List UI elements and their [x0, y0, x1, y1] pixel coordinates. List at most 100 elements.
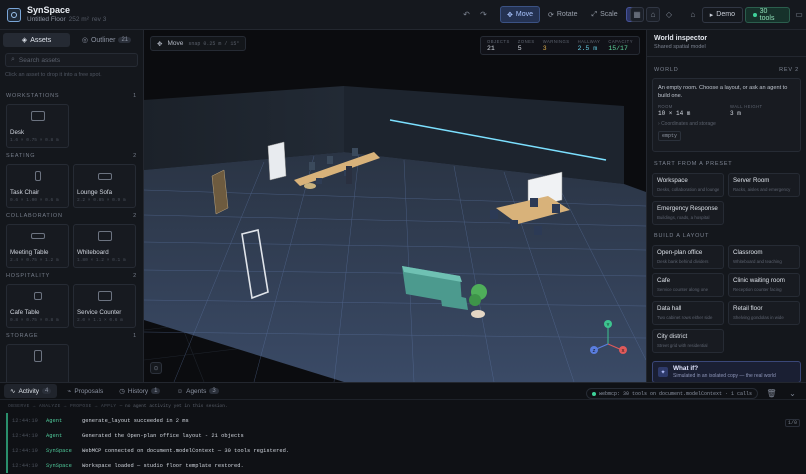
preset-workspace[interactable]: Workspace Desks, collaboration and lounge	[652, 173, 724, 197]
sofa-icon	[77, 168, 132, 184]
preset-grid: Workspace Desks, collaboration and lounge…	[647, 173, 806, 225]
tools-button[interactable]: 30 tools	[744, 6, 791, 23]
sparkle-icon: ✦	[658, 367, 668, 377]
world-card: An empty room. Choose a layout, or ask a…	[652, 78, 801, 152]
history-controls: ↶ ↷	[459, 6, 491, 23]
top-bar: SynSpace Untitled Floor 252 m² rev 3 ↶ ↷ ✥…	[0, 0, 806, 30]
asset-card-cafe-table[interactable]: Cafe Table 0.8 × 0.75 × 0.8 m	[6, 284, 69, 328]
screen-icon[interactable]: ▭	[792, 7, 806, 22]
asset-card-task-chair[interactable]: Task Chair 0.6 × 1.00 × 0.6 m	[6, 164, 69, 208]
svg-text:Z: Z	[593, 348, 596, 353]
asset-card-lounge-sofa[interactable]: Lounge Sofa 2.2 × 0.85 × 0.9 m	[73, 164, 136, 208]
inspector-subtitle: Shared spatial model	[654, 44, 706, 50]
log-row: 12:44:19 SynSpace WebMCP connected on docu…	[6, 443, 800, 458]
proposals-icon: ⌁	[67, 388, 72, 395]
rotate-icon: ⟳	[548, 11, 554, 19]
asset-hint: Click an asset to drop it into a free sp…	[5, 72, 102, 78]
project-version: rev 3	[91, 15, 107, 23]
stat-warnings: WARNINGS 3	[542, 39, 570, 52]
scene-stats: OBJECTS 21 ZONES 5 WARNINGS 3 HALLWAY 2.5 m …	[479, 36, 640, 55]
layout-data-hall[interactable]: Data hall Two cabinet rows either side	[652, 301, 724, 325]
category-header: WORKSTATIONS 1	[6, 93, 137, 99]
tab-assets[interactable]: ◈ Assets	[3, 33, 70, 47]
category-header: STORAGE 1	[6, 333, 137, 339]
axis-gizmo[interactable]: Y X Z	[590, 318, 630, 358]
log-page-badge: 1/0	[784, 419, 800, 427]
move-tool-button[interactable]: ✥ Move	[500, 6, 540, 23]
rotate-tool-button[interactable]: ⟳ Rotate	[542, 6, 584, 23]
shelf-icon	[10, 348, 65, 364]
layout-city-district[interactable]: City district Street grid with residentia…	[652, 329, 724, 353]
layout-clinic-waiting-room[interactable]: Clinic waiting room Reception counter fac…	[728, 273, 800, 297]
status-dot-icon	[752, 12, 757, 17]
home-view-icon[interactable]: ⌂	[646, 7, 661, 22]
tab-activity[interactable]: ∿ Activity 4	[4, 384, 58, 398]
app-name: SynSpace	[27, 4, 71, 15]
tag-icon[interactable]: ◇	[662, 7, 676, 22]
status-dot-icon	[591, 391, 596, 396]
scale-tool-button[interactable]: ⤢ Scale	[586, 6, 624, 23]
3d-viewport[interactable]: ✥ Move snap 0.25 m / 15° OBJECTS 21 ZONES…	[144, 30, 646, 382]
chair-icon	[10, 168, 65, 184]
view-controls: ▦ ⌂ ◇ ⌂ ▸ Demo 30 tools ▭	[630, 6, 806, 23]
counter-icon	[77, 288, 132, 304]
asset-card-desk[interactable]: Desk 1.6 × 0.75 × 0.8 m	[6, 104, 69, 148]
activity-panel: ∿ Activity 4 ⌁ Proposals ◷ History 1 ☺ Agents 3…	[0, 382, 806, 474]
category-header: HOSPITALITY 2	[6, 273, 137, 279]
chevron-down-icon[interactable]: ⌄	[785, 386, 800, 401]
category-header: SEATING 2	[6, 153, 137, 159]
desk-icon	[10, 108, 65, 124]
log-row: 12:44:19 Agent generate_layout succeeded i…	[6, 413, 800, 428]
agents-icon: ☺	[176, 387, 184, 395]
category-header: COLLABORATION 2	[6, 213, 137, 219]
door	[267, 141, 287, 181]
search-input[interactable]	[18, 56, 129, 64]
tab-outliner[interactable]: ◎ Outliner 21	[73, 33, 140, 47]
asset-card-storage[interactable]	[6, 344, 69, 382]
assets-panel: ◈Assets ◎Outliner21 ⌕ Click an asset to …	[0, 30, 144, 382]
tab-agents[interactable]: ☺ Agents 3	[170, 384, 224, 398]
trash-icon[interactable]: 🗑	[764, 386, 779, 401]
redo-icon[interactable]: ↷	[476, 7, 491, 22]
layout-open-plan-office[interactable]: Open-plan office Desk bank behind divider…	[652, 245, 724, 269]
log-row: 12:44:19 Agent Generated the Open-plan off…	[6, 428, 800, 443]
agent-pipeline: OBSERVE → ANALYZE → PROPOSE → APPLY — no…	[8, 404, 228, 409]
inspector-panel: World inspector Shared spatial model WOR…	[646, 30, 806, 382]
coordinates-toggle[interactable]: › Coordinates and storage	[658, 121, 795, 127]
tab-proposals[interactable]: ⌁ Proposals	[61, 384, 109, 398]
what-if-card[interactable]: ✦ What if? Simulated in an isolated copy…	[652, 361, 801, 382]
layout-retail-floor[interactable]: Retail floor Shelving gondolas in wide	[728, 301, 800, 325]
grid-view-icon[interactable]: ▦	[630, 7, 645, 22]
preset-emergency-response[interactable]: Emergency Response Buildings, roads, a ho…	[652, 201, 724, 225]
home-icon[interactable]: ⌂	[686, 7, 700, 22]
whiteboard-icon	[77, 228, 132, 244]
world-section-header: WORLD REV 2	[654, 67, 799, 73]
preset-server-room[interactable]: Server Room Racks, aisles and emergency	[728, 173, 800, 197]
asset-card-meeting-table[interactable]: Meeting Table 2.4 × 0.75 × 1.2 m	[6, 224, 69, 268]
webmcp-status: webmcp: 30 tools on document.modelContex…	[585, 388, 758, 399]
undo-icon[interactable]: ↶	[459, 7, 474, 22]
asset-card-whiteboard[interactable]: Whiteboard 1.80 × 1.2 × 0.1 m	[73, 224, 136, 268]
snap-readout: snap 0.25 m / 15°	[188, 40, 240, 47]
brand: SynSpace Untitled Floor 252 m² rev 3	[27, 5, 106, 25]
inspector-title: World inspector	[654, 35, 708, 42]
scene-canvas[interactable]	[144, 30, 646, 382]
inspector-header: World inspector Shared spatial model	[647, 30, 806, 57]
asset-search: ⌕	[5, 53, 138, 67]
project-area: 252 m²	[68, 15, 89, 23]
scale-icon: ⤢	[591, 10, 598, 18]
asset-card-service-counter[interactable]: Service Counter 2.0 × 1.1 × 0.6 m	[73, 284, 136, 328]
stat-capacity: CAPACITY 15/17	[608, 39, 633, 52]
wall-height: 3 m	[730, 110, 741, 117]
viewport-options-icon[interactable]: ⊙	[150, 362, 162, 374]
world-state-chip: empty	[658, 131, 682, 141]
transform-tools: ✥Move ⟳Rotate ⤢Scale ⌗	[500, 6, 641, 23]
history-icon: ◷	[119, 388, 125, 395]
outliner-icon: ◎	[81, 37, 88, 44]
tab-history[interactable]: ◷ History 1	[113, 384, 166, 398]
layout-classroom[interactable]: Classroom Whiteboard and teaching	[728, 245, 800, 269]
layout-cafe[interactable]: Cafe Service counter along one	[652, 273, 724, 297]
chevron-right-icon: ›	[658, 121, 660, 127]
search-icon: ⌕	[11, 56, 15, 63]
demo-button[interactable]: ▸ Demo	[701, 6, 743, 23]
